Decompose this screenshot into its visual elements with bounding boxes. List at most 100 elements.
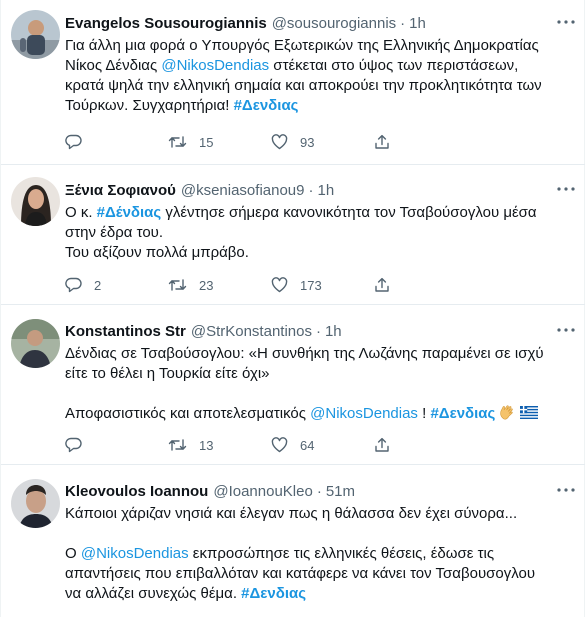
user-handle[interactable]: @kseniasofianou9 (181, 181, 305, 201)
share-icon (374, 277, 390, 293)
reply-button[interactable]: 2 (65, 277, 168, 293)
clapping-hands-emoji (499, 404, 517, 420)
like-button[interactable]: 93 (271, 134, 374, 150)
mention-link[interactable]: @NikosDendias (310, 405, 418, 422)
text-segment: Ο (65, 545, 81, 562)
like-count: 93 (300, 134, 315, 150)
tweet-text-line: Ο @NikosDendias εκπροσώπησε τις ελληνικέ… (65, 544, 574, 564)
tweet-actions: 2 23 173 (65, 277, 477, 293)
avatar[interactable] (11, 177, 60, 226)
hashtag-link[interactable]: #Δενδιας (241, 585, 306, 602)
retweet-button[interactable]: 23 (168, 277, 271, 293)
mention-link[interactable]: @NikosDendias (81, 545, 189, 562)
display-name[interactable]: Konstantinos Str (65, 322, 186, 342)
more-options-icon[interactable] (556, 480, 576, 500)
like-count: 173 (300, 277, 322, 293)
reply-button[interactable] (65, 437, 168, 453)
user-handle[interactable]: @IoannouKleo (213, 482, 312, 502)
text-segment: απαντήσεις που επιβαλλόταν και κατάφερε … (65, 565, 536, 582)
display-name[interactable]: Evangelos Sousourogiannis (65, 14, 267, 34)
timestamp[interactable]: 51m (326, 482, 355, 502)
retweet-count: 15 (199, 134, 214, 150)
separator-dot: · (315, 323, 321, 340)
separator-dot: · (400, 15, 406, 32)
tweet-text-line: να αλλάζει συνεχώς θέμα. #Δενδιας (65, 584, 574, 604)
retweet-button[interactable]: 15 (168, 134, 271, 150)
separator-dot: · (316, 483, 322, 500)
share-icon (374, 134, 390, 150)
reply-count: 2 (94, 277, 102, 293)
mention-link[interactable]: @NikosDendias (161, 57, 269, 74)
timestamp[interactable]: 1h (325, 322, 342, 342)
tweet-text-line: Κάποιοι χάριζαν νησιά και έλεγαν πως η θ… (65, 504, 574, 524)
heart-icon (271, 277, 288, 293)
tweet[interactable]: Evangelos Sousourogiannis @sousourogiann… (1, 0, 585, 165)
retweet-icon (168, 437, 187, 453)
tweet-text-line: κρατά ψηλά την ελληνική σημαία και αποκρ… (65, 76, 574, 96)
retweet-count: 13 (199, 437, 214, 453)
more-options-icon[interactable] (556, 179, 576, 199)
retweet-icon (168, 134, 187, 150)
share-icon (374, 437, 390, 453)
tweet-text-line: Νίκος Δένδιας @NikosDendias στέκεται στο… (65, 56, 574, 76)
display-name[interactable]: Kleovoulos Ioannou (65, 482, 208, 502)
tweet[interactable]: Kleovoulos Ioannou @IoannouKleo · 51m Κά… (1, 465, 585, 617)
tweet-text: Κάποιοι χάριζαν νησιά και έλεγαν πως η θ… (65, 504, 574, 604)
share-button[interactable] (374, 134, 477, 150)
hashtag-link[interactable]: #Δένδιας (97, 204, 162, 221)
text-segment: να αλλάζει συνεχώς θέμα. (65, 585, 242, 602)
tweet-text-line: στην έδρα του. (65, 223, 574, 243)
user-handle[interactable]: @sousourogiannis (272, 14, 396, 34)
share-button[interactable] (374, 277, 477, 293)
avatar[interactable] (11, 319, 60, 368)
heart-icon (271, 437, 288, 453)
tweet-text-line: είτε το θέλει η Τουρκία είτε όχι» (65, 364, 574, 384)
heart-icon (271, 134, 288, 150)
text-segment: Αποφασιστικός και αποτελεσματικός (65, 405, 311, 422)
reply-icon (65, 134, 82, 150)
text-segment: στην έδρα του. (65, 224, 164, 241)
tweet[interactable]: Konstantinos Str @StrKonstantinos · 1h Δ… (1, 305, 585, 465)
tweet-text-line: Του αξίζουν πολλά μπράβο. (65, 243, 574, 263)
tweet-text-line: Ο κ. #Δένδιας γλέντησε σήμερα κανονικότη… (65, 203, 574, 223)
tweet-text-line: Τούρκων. Συγχαρητήρια! #Δενδιας (65, 96, 574, 116)
like-count: 64 (300, 437, 315, 453)
tweet-text-line: απαντήσεις που επιβαλλόταν και κατάφερε … (65, 564, 574, 584)
like-button[interactable]: 173 (271, 277, 374, 293)
reply-button[interactable] (65, 134, 168, 150)
reply-icon (65, 277, 82, 293)
share-button[interactable] (374, 437, 477, 453)
text-segment: Κάποιοι χάριζαν νησιά και έλεγαν πως η θ… (65, 505, 518, 522)
tweet-text-line: Δένδιας σε Τσαβούσογλου: «Η συνθήκη της … (65, 344, 574, 364)
more-options-icon[interactable] (556, 12, 576, 32)
tweet-text-line (65, 524, 574, 544)
avatar[interactable] (11, 479, 60, 528)
text-segment: εκπροσώπησε τις ελληνικές θέσεις, έδωσε … (188, 545, 495, 562)
display-name[interactable]: Ξένια Σοφιανού (65, 181, 176, 201)
avatar[interactable] (11, 10, 60, 59)
timestamp[interactable]: 1h (409, 14, 426, 34)
retweet-icon (168, 277, 187, 293)
tweet-actions: 15 93 (65, 134, 477, 150)
tweet[interactable]: Ξένια Σοφιανού @kseniasofianou9 · 1h Ο κ… (1, 165, 585, 305)
more-options-icon[interactable] (556, 320, 576, 340)
retweet-button[interactable]: 13 (168, 437, 271, 453)
tweet-text-line: Αποφασιστικός και αποτελεσματικός @Nikos… (65, 404, 574, 424)
hashtag-link[interactable]: #Δενδιας (430, 405, 495, 422)
text-segment: στέκεται στο ύψος των περιστάσεων, (269, 57, 519, 74)
text-segment: Του αξίζουν πολλά μπράβο. (65, 244, 249, 261)
tweet-text: Για άλλη μια φορά ο Υπουργός Εξωτερικών … (65, 36, 574, 116)
user-handle[interactable]: @StrKonstantinos (191, 322, 312, 342)
tweet-text-line (65, 384, 574, 404)
like-button[interactable]: 64 (271, 437, 374, 453)
retweet-count: 23 (199, 277, 214, 293)
text-segment: Νίκος Δένδιας (65, 57, 162, 74)
tweet-actions: 13 64 (65, 437, 477, 453)
timestamp[interactable]: 1h (317, 181, 334, 201)
separator-dot: · (308, 182, 314, 199)
text-segment: Τούρκων. Συγχαρητήρια! (65, 97, 234, 114)
text-segment: είτε το θέλει η Τουρκία είτε όχι» (65, 365, 270, 382)
hashtag-link[interactable]: #Δενδιας (234, 97, 299, 114)
text-segment: γλέντησε σήμερα κανονικότητα τον Τσαβούσ… (161, 204, 537, 221)
tweet-text: Δένδιας σε Τσαβούσογλου: «Η συνθήκη της … (65, 344, 574, 424)
